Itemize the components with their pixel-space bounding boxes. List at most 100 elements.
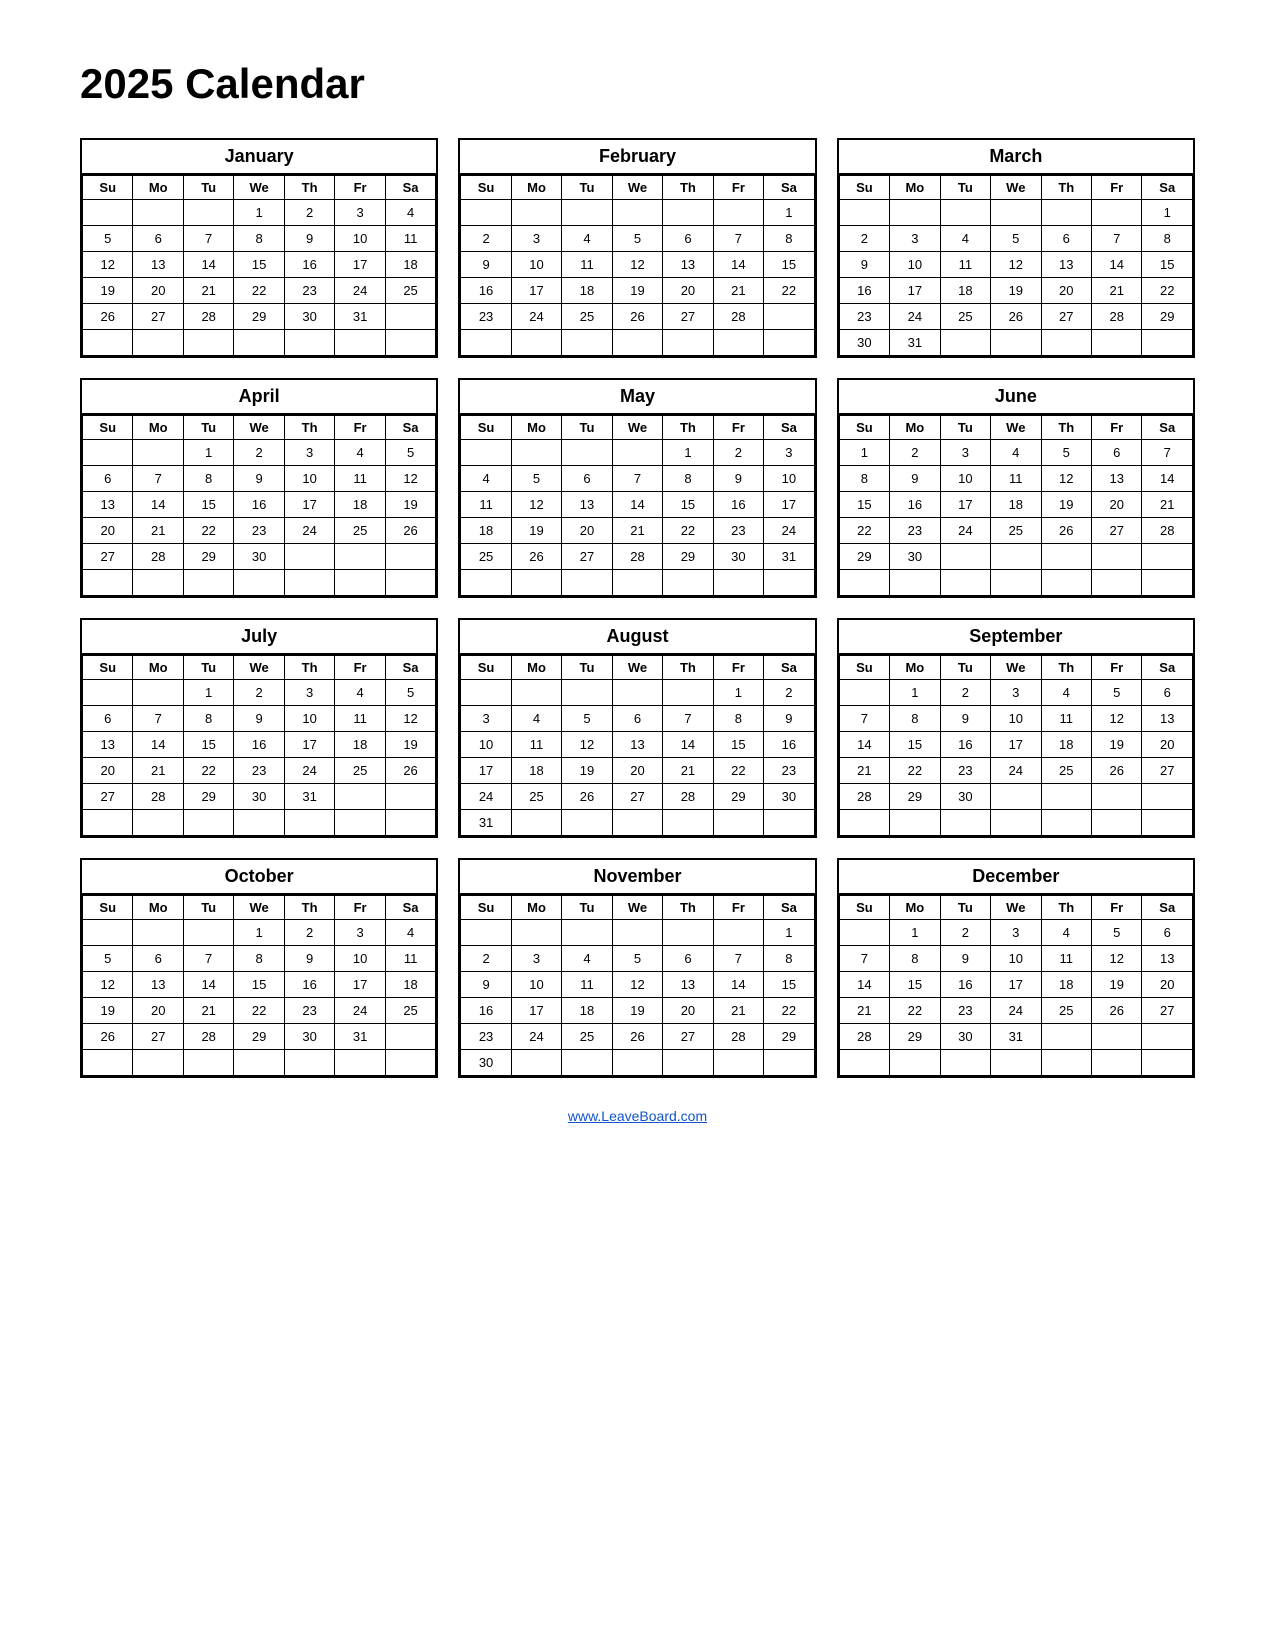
- day-cell: 28: [183, 1024, 233, 1050]
- day-cell: 20: [133, 278, 183, 304]
- month-title-june: June: [839, 380, 1193, 415]
- day-cell: 25: [385, 998, 436, 1024]
- footer-link[interactable]: www.LeaveBoard.com: [80, 1108, 1195, 1124]
- week-row: 45678910: [461, 466, 814, 492]
- day-cell: 30: [284, 304, 334, 330]
- day-cell: 31: [461, 810, 511, 836]
- day-cell: 14: [183, 252, 233, 278]
- day-cell: 18: [562, 998, 612, 1024]
- day-cell: 6: [1142, 680, 1193, 706]
- day-cell: 11: [511, 732, 561, 758]
- day-cell: 4: [385, 920, 436, 946]
- day-cell: 11: [991, 466, 1041, 492]
- day-cell: 16: [713, 492, 763, 518]
- day-cell: 4: [461, 466, 511, 492]
- month-title-november: November: [460, 860, 814, 895]
- day-cell: 24: [284, 758, 334, 784]
- day-cell: [1041, 330, 1091, 356]
- day-header-sa: Sa: [764, 176, 815, 200]
- day-cell: 13: [1142, 706, 1193, 732]
- day-cell: 14: [713, 252, 763, 278]
- day-cell: 13: [1142, 946, 1193, 972]
- day-cell: 22: [663, 518, 713, 544]
- day-cell: [1041, 784, 1091, 810]
- day-header-we: We: [612, 416, 662, 440]
- week-row: 20212223242526: [83, 518, 436, 544]
- day-cell: [511, 440, 561, 466]
- day-cell: 10: [940, 466, 990, 492]
- day-cell: 15: [234, 252, 284, 278]
- day-cell: [890, 570, 940, 596]
- day-cell: [335, 784, 385, 810]
- day-cell: 28: [1092, 304, 1142, 330]
- day-cell: 23: [890, 518, 940, 544]
- day-cell: 28: [713, 1024, 763, 1050]
- day-cell: [335, 570, 385, 596]
- day-cell: 18: [511, 758, 561, 784]
- day-cell: 28: [612, 544, 662, 570]
- day-cell: 4: [940, 226, 990, 252]
- day-cell: 10: [991, 706, 1041, 732]
- day-header-tu: Tu: [940, 896, 990, 920]
- day-cell: 13: [1041, 252, 1091, 278]
- day-cell: [511, 680, 561, 706]
- day-cell: 16: [890, 492, 940, 518]
- day-cell: [461, 330, 511, 356]
- day-cell: 5: [511, 466, 561, 492]
- day-cell: [83, 200, 133, 226]
- day-cell: [1142, 784, 1193, 810]
- day-cell: [612, 1050, 662, 1076]
- day-cell: 2: [940, 920, 990, 946]
- day-cell: 15: [713, 732, 763, 758]
- day-cell: 23: [940, 998, 990, 1024]
- month-table-march: SuMoTuWeThFrSa12345678910111213141516171…: [839, 175, 1193, 356]
- day-cell: 9: [713, 466, 763, 492]
- month-table-june: SuMoTuWeThFrSa12345678910111213141516171…: [839, 415, 1193, 596]
- day-cell: 15: [764, 972, 815, 998]
- day-cell: 9: [940, 946, 990, 972]
- day-cell: 17: [890, 278, 940, 304]
- day-cell: 26: [1041, 518, 1091, 544]
- day-cell: 21: [713, 998, 763, 1024]
- day-cell: [839, 1050, 889, 1076]
- day-header-mo: Mo: [511, 416, 561, 440]
- day-cell: 22: [890, 758, 940, 784]
- day-cell: 20: [83, 518, 133, 544]
- day-cell: 1: [234, 200, 284, 226]
- day-cell: 7: [183, 946, 233, 972]
- day-cell: [940, 544, 990, 570]
- day-cell: 9: [764, 706, 815, 732]
- day-cell: [562, 570, 612, 596]
- day-cell: 19: [991, 278, 1041, 304]
- day-header-su: Su: [461, 416, 511, 440]
- month-title-march: March: [839, 140, 1193, 175]
- day-cell: [1041, 1050, 1091, 1076]
- day-cell: 13: [663, 972, 713, 998]
- day-cell: 19: [511, 518, 561, 544]
- day-cell: 25: [991, 518, 1041, 544]
- week-row: 21222324252627: [839, 998, 1192, 1024]
- month-title-january: January: [82, 140, 436, 175]
- day-cell: 27: [83, 544, 133, 570]
- day-cell: [385, 784, 436, 810]
- week-row: 25262728293031: [461, 544, 814, 570]
- day-cell: 20: [1142, 732, 1193, 758]
- day-cell: 9: [284, 226, 334, 252]
- day-cell: 22: [764, 998, 815, 1024]
- day-cell: 12: [1092, 706, 1142, 732]
- week-row: 31: [461, 810, 814, 836]
- day-cell: 2: [764, 680, 815, 706]
- week-row: 1: [461, 920, 814, 946]
- day-cell: 1: [713, 680, 763, 706]
- day-cell: [890, 1050, 940, 1076]
- day-cell: 30: [764, 784, 815, 810]
- day-header-mo: Mo: [133, 176, 183, 200]
- day-cell: 12: [612, 252, 662, 278]
- day-cell: [83, 330, 133, 356]
- week-row: 9101112131415: [461, 972, 814, 998]
- day-cell: 7: [713, 226, 763, 252]
- day-cell: 15: [890, 972, 940, 998]
- day-cell: 3: [284, 440, 334, 466]
- day-cell: 27: [133, 1024, 183, 1050]
- day-cell: 13: [133, 252, 183, 278]
